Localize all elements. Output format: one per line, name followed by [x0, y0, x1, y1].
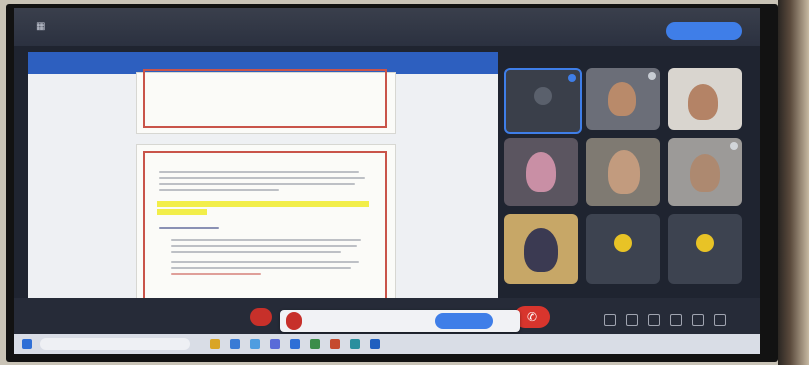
participant-tile[interactable] [586, 214, 660, 284]
browser-icon[interactable] [250, 339, 260, 349]
document-page-top [136, 69, 396, 134]
participant-tile[interactable] [504, 68, 582, 134]
speaking-icon [568, 74, 576, 82]
document-frame [143, 151, 387, 301]
participant-tile[interactable] [504, 138, 578, 206]
more-options-icon[interactable] [714, 314, 726, 326]
monitor-screen: ▦ ✆ [14, 8, 760, 354]
background-wall [778, 0, 809, 365]
document-heading [159, 227, 219, 229]
chat-icon[interactable] [626, 314, 638, 326]
taskbar-search[interactable] [40, 338, 190, 350]
document-text-line [159, 171, 359, 173]
document-text-line [171, 251, 341, 253]
folder-icon[interactable] [210, 339, 220, 349]
lock-icon[interactable] [670, 314, 682, 326]
avatar [534, 87, 552, 106]
document-text-line [159, 183, 355, 185]
people-icon[interactable] [604, 314, 616, 326]
document-text-line [171, 245, 357, 247]
document-highlight [157, 209, 207, 215]
sharing-toast [280, 310, 520, 332]
participant-video [608, 82, 636, 116]
top-right-button[interactable] [666, 22, 742, 40]
teams-icon[interactable] [270, 339, 280, 349]
document-frame-top [143, 69, 387, 128]
document-text-line [171, 267, 351, 269]
participant-video [524, 228, 558, 272]
participant-tile[interactable] [668, 68, 742, 130]
document-text-line [171, 273, 261, 275]
mic-off-button[interactable] [250, 308, 272, 326]
document-highlight [157, 201, 369, 207]
participant-video [608, 150, 640, 194]
document-text-line [171, 239, 361, 241]
document-text-line [171, 261, 359, 263]
stop-icon [286, 312, 302, 330]
meeting-header: ▦ [14, 8, 760, 46]
participant-video [690, 154, 720, 192]
mic-off-icon [730, 142, 738, 150]
document-text-line [159, 189, 279, 191]
info-icon[interactable] [692, 314, 704, 326]
shared-screen [28, 52, 498, 302]
stop-sharing-button[interactable] [435, 313, 493, 329]
participant-tile[interactable] [504, 214, 578, 284]
excel-icon[interactable] [310, 339, 320, 349]
document-page [136, 144, 396, 302]
mic-off-icon [648, 72, 656, 80]
participant-tile[interactable] [586, 138, 660, 206]
edge-icon[interactable] [230, 339, 240, 349]
windows-start-icon[interactable] [22, 339, 32, 349]
participant-tile[interactable] [586, 68, 660, 130]
participant-video [526, 152, 556, 192]
participant-tile[interactable] [668, 214, 742, 284]
mail-icon[interactable] [290, 339, 300, 349]
participant-video [688, 84, 718, 120]
powerpoint-icon[interactable] [330, 339, 340, 349]
app-icon[interactable] [350, 339, 360, 349]
word-icon[interactable] [370, 339, 380, 349]
avatar [614, 234, 632, 253]
activities-icon[interactable] [648, 314, 660, 326]
document-text-line [159, 177, 365, 179]
grid-icon[interactable]: ▦ [36, 21, 45, 32]
participant-tile[interactable] [668, 138, 742, 206]
avatar [696, 234, 714, 253]
taskbar [14, 334, 760, 354]
